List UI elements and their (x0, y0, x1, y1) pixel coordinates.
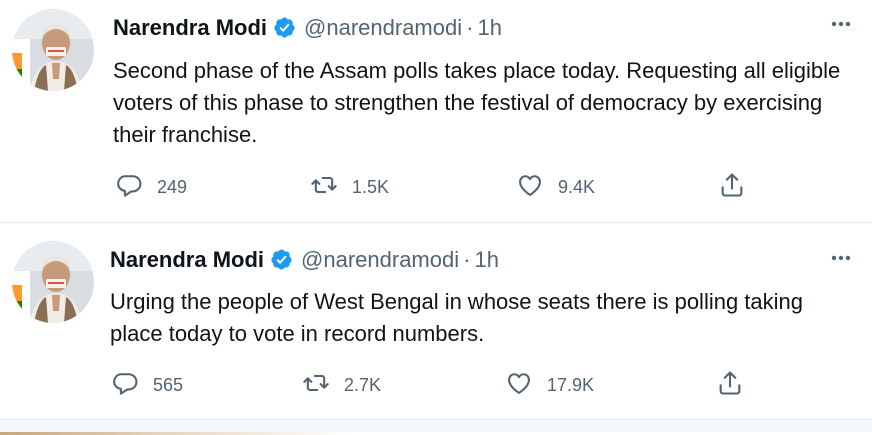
retweet-count: 2.7K (344, 375, 382, 395)
next-tweet-edge (0, 420, 872, 435)
verified-badge-icon (270, 248, 293, 271)
more-horizontal-icon[interactable] (826, 248, 856, 268)
share-button[interactable] (716, 369, 744, 402)
tweet-time[interactable]: 1h (474, 247, 498, 273)
author-name[interactable]: Narendra Modi (110, 247, 264, 273)
like-button[interactable]: 17.9K (505, 369, 594, 402)
like-icon (505, 369, 533, 402)
tweet-text: Urging the people of West Bengal in whos… (110, 289, 804, 346)
share-icon (716, 369, 744, 402)
reply-count: 565 (153, 375, 184, 395)
separator-dot: · (463, 247, 471, 272)
tweet-2[interactable]: Narendra Modi @narendramodi · 1h Urging … (0, 0, 872, 435)
retweet-icon (302, 369, 330, 402)
tweet-header: Narendra Modi @narendramodi · 1h (110, 244, 499, 276)
like-count: 17.9K (547, 375, 595, 395)
avatar[interactable] (12, 241, 94, 323)
reply-button[interactable]: 565 (111, 369, 183, 402)
author-handle[interactable]: @narendramodi (301, 247, 459, 273)
reply-icon (111, 369, 139, 402)
retweet-button[interactable]: 2.7K (302, 369, 381, 402)
